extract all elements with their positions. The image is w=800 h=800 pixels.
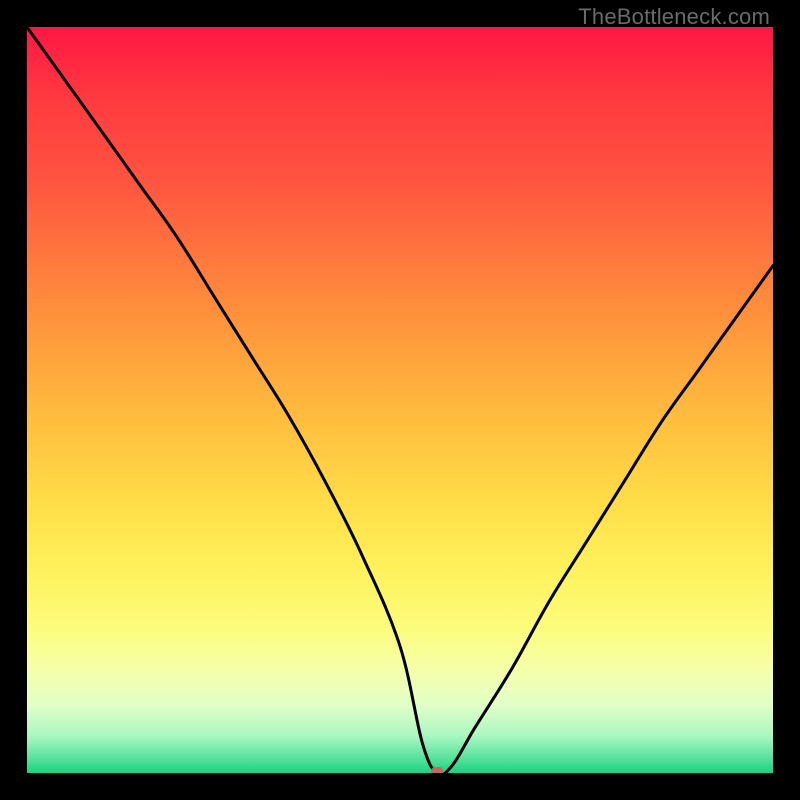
min-marker xyxy=(431,767,443,773)
chart-frame: TheBottleneck.com xyxy=(0,0,800,800)
watermark-text: TheBottleneck.com xyxy=(578,4,770,30)
bottleneck-curve xyxy=(27,27,773,773)
curve-path xyxy=(27,27,773,773)
plot-area xyxy=(27,27,773,773)
